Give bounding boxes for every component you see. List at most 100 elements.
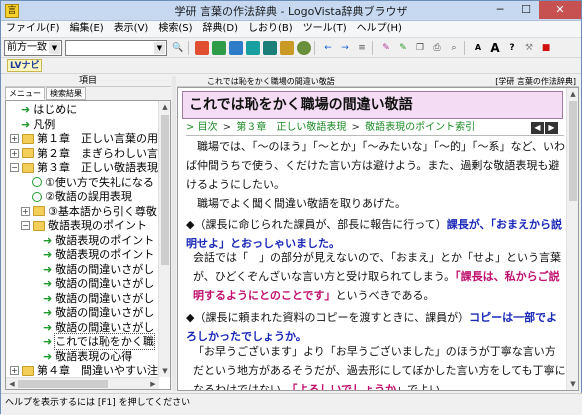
search-input[interactable]: ▼ <box>65 39 167 56</box>
settings-icon[interactable] <box>297 40 311 55</box>
tree-item[interactable]: ➜ 敬語の間違いさがし <box>43 262 154 277</box>
scroll-down-icon[interactable]: ▼ <box>567 378 578 390</box>
pane-splitter[interactable] <box>172 76 176 391</box>
tree-item[interactable]: ➜ 敬語の間違いさがし <box>43 291 154 306</box>
intro-paragraph-2: 職場でよく聞く間違い敬語を取りあげた。 <box>197 197 406 210</box>
menu-tools[interactable]: ツール(T) <box>298 21 352 37</box>
green-arrow-icon: ➜ <box>43 349 53 363</box>
back-arrow-icon[interactable]: ← <box>321 41 335 55</box>
tree-item[interactable]: ➜ 敬語の間違いさがし <box>43 276 154 291</box>
menu-search[interactable]: 検索(S) <box>153 21 197 37</box>
stop-icon[interactable]: ■ <box>539 41 553 55</box>
tree-item[interactable]: + ③基本語から引く尊敬 <box>21 204 157 219</box>
zoom-icon[interactable]: ⌕ <box>447 41 461 55</box>
tree-item[interactable]: ➜ 敬語の間違いさがし <box>43 305 154 320</box>
tree-item[interactable]: ➜ はじめに <box>21 102 77 117</box>
tree-item[interactable]: + 第４章 間違いやすい注 <box>10 363 158 377</box>
menu-bar: ファイル(F) 編集(E) 表示(V) 検索(S) 辞典(D) しおり(B) ツ… <box>1 21 581 38</box>
collapse-icon[interactable]: − <box>10 163 19 172</box>
expand-icon[interactable]: + <box>21 206 30 216</box>
toolbar-separator <box>372 40 373 55</box>
font-larger-icon[interactable]: A <box>488 41 502 55</box>
dictionary-set-icon[interactable] <box>195 40 209 55</box>
dictionary-icon[interactable] <box>280 40 294 55</box>
prev-article-button[interactable]: ◀ <box>531 122 544 134</box>
tree-item[interactable]: ①使い方で失礼になる <box>32 175 154 190</box>
help-icon[interactable]: ? <box>505 41 519 55</box>
tree-item[interactable]: ➜ これでは恥をかく職 <box>43 333 155 350</box>
tab-menu[interactable]: メニュー <box>5 87 45 100</box>
forward-arrow-icon[interactable]: → <box>338 41 352 55</box>
tree-item[interactable]: ➜ 敬語表現の心得 <box>43 349 132 364</box>
main-toolbar: 前方一致 ▼ ▼ 🔍 ← → ≡ ✎ ✎ ❐ ⎙ ⌕ A A ? ⚒ ■ <box>1 38 581 58</box>
menu-bookmark[interactable]: しおり(B) <box>243 21 298 37</box>
scrollbar-thumb[interactable] <box>569 101 577 201</box>
search-mode-select[interactable]: 前方一致 ▼ <box>4 39 62 56</box>
font-smaller-icon[interactable]: A <box>471 41 485 55</box>
scrollbar-thumb[interactable] <box>18 380 108 388</box>
green-arrow-icon: ➜ <box>43 262 53 276</box>
breadcrumb-separator: > <box>351 122 360 133</box>
tree-item[interactable]: ➜ 凡例 <box>21 117 55 132</box>
tree-item-label: 第３章 正しい敬語表現 <box>37 161 158 174</box>
minimize-button[interactable]: ─ <box>487 1 513 19</box>
next-article-button[interactable]: ▶ <box>545 122 558 134</box>
folder-icon <box>22 162 34 173</box>
tree-item-label: 第２章 まぎらわしい言 <box>37 146 158 160</box>
breadcrumb-index[interactable]: 敬語表現のポイント索引 <box>365 122 475 133</box>
tab-search-results[interactable]: 検索結果 <box>46 87 86 100</box>
collapse-icon[interactable]: − <box>21 221 30 230</box>
close-button[interactable]: ✕ <box>539 1 581 19</box>
question-1-context: ◆（課長に命じられた課員が、部長に報告に行って） <box>186 218 447 231</box>
tree-item[interactable]: ➜ 敬語表現のポイント <box>43 233 154 248</box>
navi-toolbar: LVナビ <box>1 58 581 74</box>
intro-paragraph: 職場では、「〜のほう」「〜とか」「〜みたいな」「〜的」「〜系」など、いわば仲間う… <box>186 140 565 191</box>
breadcrumb-chapter[interactable]: 第３章 正しい敬語表現 <box>236 122 346 133</box>
answer-1: 会話では「 」の部分が見えないので、「おまえ」とか「せよ」という言葉が、ひどくぞ… <box>186 248 566 305</box>
article-vertical-scrollbar[interactable]: ▲ ▼ <box>566 88 578 390</box>
tree-item[interactable]: ②敬語の誤用表現 <box>32 189 132 204</box>
tool-icon[interactable]: ⚒ <box>522 41 536 55</box>
scroll-down-icon[interactable]: ▼ <box>159 365 170 377</box>
green-arrow-icon: ➜ <box>21 103 31 116</box>
scroll-right-icon[interactable]: ▶ <box>147 378 159 389</box>
menu-file[interactable]: ファイル(F) <box>1 21 65 37</box>
scrollbar-thumb[interactable] <box>161 115 169 265</box>
tree-item[interactable]: + 第１章 正しい言葉の用 <box>10 131 158 146</box>
menu-help[interactable]: ヘルプ(H) <box>352 21 407 37</box>
tree-item[interactable]: ➜ 敬語表現のポイント <box>43 247 154 262</box>
dictionary-icon[interactable] <box>246 40 260 55</box>
binoculars-search-icon[interactable]: 🔍 <box>171 41 185 55</box>
tree-item-label: 敬語の間違いさがし <box>55 291 155 305</box>
scroll-up-icon[interactable]: ▲ <box>159 101 170 113</box>
tree-item[interactable]: − 第３章 正しい敬語表現 <box>10 160 158 175</box>
folder-icon <box>33 220 45 231</box>
tree-item[interactable]: + 第２章 まぎらわしい言 <box>10 146 158 161</box>
menu-dictionary[interactable]: 辞典(D) <box>198 21 244 37</box>
lv-navi-button[interactable]: LVナビ <box>7 59 43 72</box>
expand-icon[interactable]: + <box>10 134 19 143</box>
tree-item[interactable]: ➜ 敬語の間違いさがし <box>43 320 154 335</box>
dictionary-icon[interactable] <box>229 40 243 55</box>
menu-list-icon[interactable]: ≡ <box>355 41 369 55</box>
green-arrow-icon: ➜ <box>43 335 53 348</box>
scroll-up-icon[interactable]: ▲ <box>567 88 578 100</box>
expand-icon[interactable]: + <box>10 366 19 375</box>
status-bar: ヘルプを表示するには [F1] を押してください <box>1 393 582 415</box>
pencil-icon[interactable]: ✎ <box>379 41 393 55</box>
tree-vertical-scrollbar[interactable]: ▲ ▼ <box>158 101 170 377</box>
dictionary-icon[interactable] <box>263 40 277 55</box>
menu-edit[interactable]: 編集(E) <box>65 21 109 37</box>
maximize-button[interactable]: ☐ <box>513 1 539 19</box>
dictionary-icon[interactable] <box>212 40 226 55</box>
expand-icon[interactable]: + <box>10 148 19 158</box>
highlighter-icon[interactable]: ✎ <box>396 41 410 55</box>
menu-view[interactable]: 表示(V) <box>109 21 154 37</box>
scroll-left-icon[interactable]: ◀ <box>6 378 18 389</box>
print-icon[interactable]: ⎙ <box>430 41 444 55</box>
copy-icon[interactable]: ❐ <box>413 41 427 55</box>
breadcrumb-toc[interactable]: 目次 <box>198 122 218 133</box>
tree-horizontal-scrollbar[interactable]: ◀ ▶ <box>6 377 159 389</box>
answer-2-correction: 「よろしいでしょうか <box>292 383 397 391</box>
tree-item[interactable]: − 敬語表現のポイント <box>21 218 147 233</box>
